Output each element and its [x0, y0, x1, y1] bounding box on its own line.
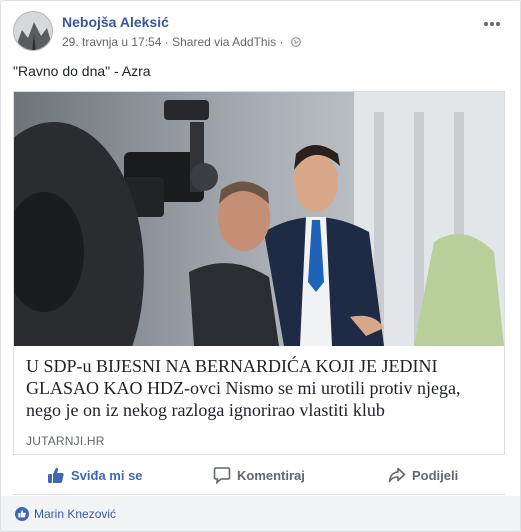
comment-label: Komentiraj — [237, 467, 305, 483]
reaction-names[interactable]: Marin Knezović — [34, 507, 116, 521]
post-meta: 29. travnja u 17:54 · Shared via AddThis… — [62, 35, 301, 49]
like-label: Sviđa mi se — [71, 467, 143, 483]
post-timestamp[interactable]: 29. travnja u 17:54 — [62, 35, 161, 49]
share-button[interactable]: Podijeli — [388, 455, 458, 495]
action-bar: Sviđa mi se Komentiraj Podijeli — [13, 455, 505, 495]
more-options-icon[interactable] — [482, 13, 504, 27]
meta-separator: · — [164, 35, 169, 49]
comment-icon — [213, 467, 231, 484]
link-image[interactable] — [14, 92, 504, 346]
reaction-summary[interactable]: Marin Knezović — [15, 507, 116, 521]
dot — [496, 22, 500, 26]
thumbs-up-icon — [48, 467, 64, 483]
post-header: Nebojša Aleksić 29. travnja u 17:54 · Sh… — [13, 11, 508, 55]
post-card: Nebojša Aleksić 29. travnja u 17:54 · Sh… — [0, 0, 521, 532]
avatar[interactable] — [13, 11, 53, 51]
globe-icon[interactable] — [290, 37, 301, 47]
share-label: Podijeli — [412, 467, 459, 483]
meta-separator: · — [279, 35, 284, 49]
shared-via: Shared via AddThis — [172, 35, 277, 49]
like-button[interactable]: Sviđa mi se — [47, 455, 143, 495]
dot — [484, 22, 488, 26]
link-preview[interactable]: U SDP-u BIJESNI NA BERNARDIĆA KOJI JE JE… — [13, 91, 505, 455]
dot — [490, 22, 494, 26]
link-domain: JUTARNJI.HR — [26, 434, 105, 448]
like-reaction-icon — [15, 507, 29, 521]
share-icon — [388, 467, 406, 483]
comment-button[interactable]: Komentiraj — [213, 455, 305, 495]
post-text: "Ravno do dna" - Azra — [13, 63, 151, 79]
author-name[interactable]: Nebojša Aleksić — [62, 14, 169, 30]
reactions-bar: Marin Knezović — [1, 496, 520, 531]
link-title[interactable]: U SDP-u BIJESNI NA BERNARDIĆA KOJI JE JE… — [26, 355, 496, 421]
